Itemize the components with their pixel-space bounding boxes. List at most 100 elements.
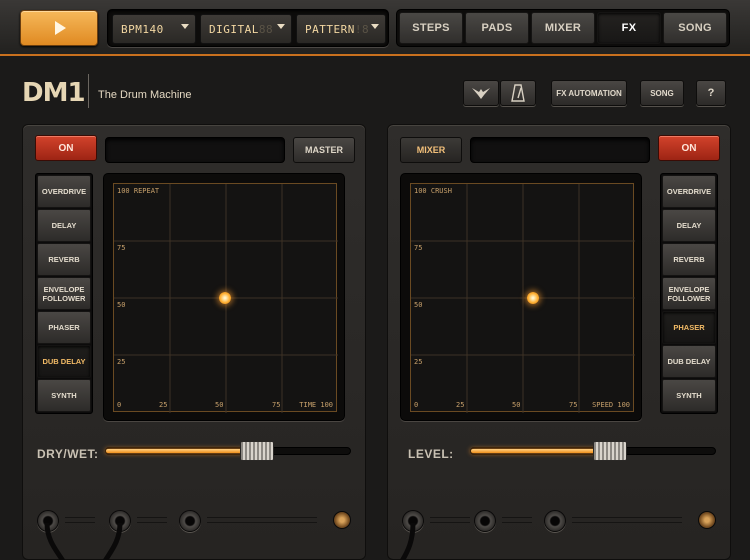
kit-value: DIGITAL	[209, 22, 259, 36]
left-effect-list: OVERDRIVE DELAY REVERB ENVELOPE FOLLOWER…	[35, 173, 93, 414]
play-icon	[55, 21, 66, 35]
metronome-button[interactable]	[500, 80, 536, 106]
kit-ghost-digits: 88	[258, 22, 274, 36]
effect-reverb[interactable]: REVERB	[37, 243, 91, 276]
audio-jack	[544, 510, 566, 532]
status-led	[698, 511, 716, 529]
bpm-value: BPM140	[121, 22, 164, 36]
effect-synth[interactable]: SYNTH	[37, 379, 91, 412]
pad-y-tick: 50	[117, 301, 126, 309]
top-bar: BPM140 DIGITAL 88 PATTERN !8 STEPS PADS MI…	[0, 0, 750, 56]
pad-x-tick: 75	[569, 401, 578, 409]
right-xy-grid	[411, 184, 635, 413]
pad-y-tick: 50	[414, 301, 423, 309]
logo-divider	[88, 74, 89, 108]
panel-grill	[207, 517, 317, 523]
kit-selector[interactable]: DIGITAL 88	[200, 14, 292, 44]
status-led	[333, 511, 351, 529]
lcd-display-group: BPM140 DIGITAL 88 PATTERN !8	[107, 9, 389, 47]
effect-envelope-follower[interactable]: ENVELOPE FOLLOWER	[37, 277, 91, 310]
slider-fill	[471, 449, 611, 453]
pad-y-tick: 75	[117, 244, 126, 252]
tab-mixer[interactable]: MIXER	[531, 12, 595, 44]
tab-song[interactable]: SONG	[663, 12, 727, 44]
pattern-value: PATTERN	[305, 22, 355, 36]
help-button[interactable]: ?	[696, 80, 726, 106]
right-effect-name-slot	[470, 137, 650, 163]
header: DM1 The Drum Machine FX AUTOMATION SONG …	[0, 58, 750, 124]
tab-steps[interactable]: STEPS	[399, 12, 463, 44]
effect-overdrive[interactable]: OVERDRIVE	[37, 175, 91, 208]
pad-top-label: 100 REPEAT	[117, 187, 160, 195]
app-tagline: The Drum Machine	[98, 89, 192, 101]
effect-delay[interactable]: DELAY	[662, 209, 716, 242]
bird-icon	[472, 88, 490, 99]
effect-dub-delay[interactable]: DUB DELAY	[37, 345, 91, 378]
chevron-down-icon	[181, 24, 189, 29]
shake-button[interactable]	[463, 80, 499, 106]
chevron-down-icon	[277, 24, 285, 29]
right-xy-pad-frame: 100 CRUSH 75 50 25 0 25 50 75 SPEED 100	[400, 173, 642, 421]
pad-x-tick: 25	[159, 401, 168, 409]
pad-y-tick: 75	[414, 244, 423, 252]
level-slider[interactable]	[470, 441, 716, 461]
left-on-button[interactable]: ON	[35, 135, 97, 161]
level-label: LEVEL:	[408, 447, 454, 461]
dry-wet-label: DRY/WET:	[37, 447, 99, 461]
effect-synth[interactable]: SYNTH	[662, 379, 716, 412]
right-xy-pad[interactable]: 100 CRUSH 75 50 25 0 25 50 75 SPEED 100	[410, 183, 635, 413]
tab-pads[interactable]: PADS	[465, 12, 529, 44]
effect-envelope-follower[interactable]: ENVELOPE FOLLOWER	[662, 277, 716, 310]
audio-jack	[474, 510, 496, 532]
play-button[interactable]	[20, 10, 98, 46]
patch-cable	[399, 522, 416, 560]
pad-x-tick: 50	[215, 401, 224, 409]
xy-cursor[interactable]	[527, 291, 540, 304]
slider-thumb[interactable]	[240, 441, 275, 461]
pad-x-tick: 75	[272, 401, 281, 409]
pad-x-tick: 0	[414, 401, 419, 409]
audio-jack	[179, 510, 201, 532]
xy-cursor[interactable]	[219, 291, 231, 304]
fx-automation-button[interactable]: FX AUTOMATION	[551, 80, 627, 106]
panel-grill	[572, 517, 682, 523]
dry-wet-slider[interactable]	[105, 441, 351, 461]
slider-thumb[interactable]	[593, 441, 628, 461]
left-effect-name-slot	[105, 137, 285, 163]
effect-phaser[interactable]: PHASER	[662, 311, 716, 344]
song-button[interactable]: SONG	[640, 80, 684, 106]
effect-delay[interactable]: DELAY	[37, 209, 91, 242]
pad-x-tick: 25	[456, 401, 465, 409]
pad-top-label: 100 CRUSH	[414, 187, 452, 195]
effect-reverb[interactable]: REVERB	[662, 243, 716, 276]
pad-x-tick: TIME 100	[299, 401, 333, 409]
pad-x-tick: 50	[512, 401, 521, 409]
panel-grill	[137, 517, 167, 523]
right-on-button[interactable]: ON	[658, 135, 720, 161]
left-xy-pad-frame: 100 REPEAT 75 50 25 0 25 50 75 TIME 100	[103, 173, 345, 421]
master-button[interactable]: MASTER	[293, 137, 355, 163]
main-nav: STEPS PADS MIXER FX SONG	[396, 9, 730, 47]
patch-cable	[44, 522, 123, 560]
left-xy-pad[interactable]: 100 REPEAT 75 50 25 0 25 50 75 TIME 100	[113, 183, 338, 413]
app-logo: DM1	[22, 78, 86, 108]
right-fx-panel: MIXER ON OVERDRIVE DELAY REVERB ENVELOPE…	[387, 124, 731, 560]
pad-y-tick: 25	[414, 358, 423, 366]
panel-grill	[430, 517, 470, 523]
mixer-button[interactable]: MIXER	[400, 137, 462, 163]
effect-overdrive[interactable]: OVERDRIVE	[662, 175, 716, 208]
pad-y-tick: 25	[117, 358, 126, 366]
effect-phaser[interactable]: PHASER	[37, 311, 91, 344]
metronome-icon	[511, 84, 525, 102]
pad-x-tick: 0	[117, 401, 122, 409]
pad-x-tick: SPEED 100	[592, 401, 630, 409]
left-fx-panel: ON MASTER OVERDRIVE DELAY REVERB ENVELOP…	[22, 124, 366, 560]
pattern-selector[interactable]: PATTERN !8	[296, 14, 386, 44]
effect-dub-delay[interactable]: DUB DELAY	[662, 345, 716, 378]
pattern-ghost-digits: !8	[354, 22, 370, 36]
chevron-down-icon	[371, 24, 379, 29]
slider-fill	[106, 449, 258, 453]
tab-fx[interactable]: FX	[597, 12, 661, 44]
bpm-selector[interactable]: BPM140	[112, 14, 196, 44]
right-effect-list: OVERDRIVE DELAY REVERB ENVELOPE FOLLOWER…	[660, 173, 718, 414]
